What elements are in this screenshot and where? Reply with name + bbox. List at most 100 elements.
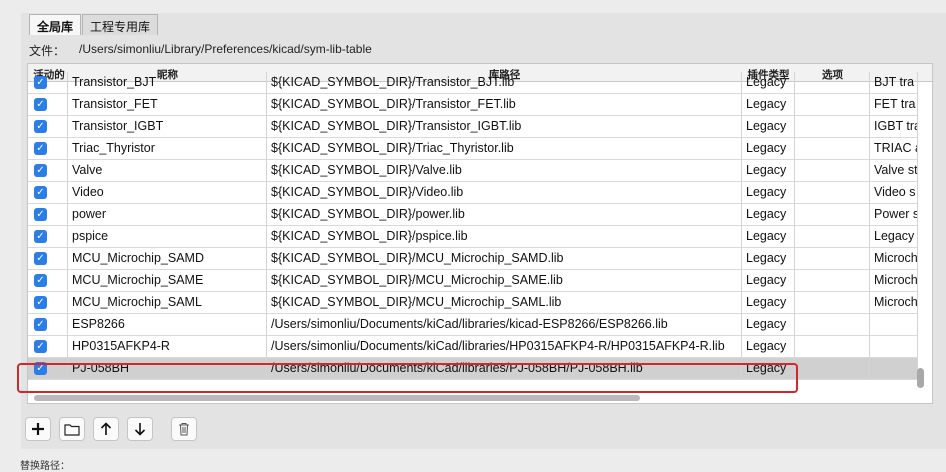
checkbox[interactable]: ✓ [34,98,47,111]
active-checkbox-cell[interactable]: ✓ [28,182,68,204]
active-checkbox-cell[interactable]: ✓ [28,160,68,182]
description-cell[interactable] [870,314,918,336]
options-cell[interactable] [795,94,870,116]
options-cell[interactable] [795,182,870,204]
description-cell[interactable]: TRIAC a [870,138,918,160]
nickname-cell[interactable]: Transistor_BJT [68,72,267,94]
plugin-type-cell[interactable]: Legacy [742,292,795,314]
library-path-cell[interactable]: ${KICAD_SYMBOL_DIR}/Transistor_FET.lib [267,94,742,116]
library-path-cell[interactable]: ${KICAD_SYMBOL_DIR}/MCU_Microchip_SAMD.l… [267,248,742,270]
library-path-cell[interactable]: /Users/simonliu/Documents/kiCad/librarie… [267,314,742,336]
table-row[interactable]: ✓ PJ-058BH/Users/simonliu/Documents/kiCad… [28,358,918,380]
description-cell[interactable]: Microch [870,292,918,314]
table-row[interactable]: ✓ MCU_Microchip_SAME ${KICAD_SYMBOL_DIR}/M… [28,270,918,292]
active-checkbox-cell[interactable]: ✓ [28,358,68,380]
nickname-cell[interactable]: power [68,204,267,226]
nickname-cell[interactable]: ESP8266 [68,314,267,336]
plugin-type-cell[interactable]: Legacy [742,314,795,336]
library-path-cell[interactable]: ${KICAD_SYMBOL_DIR}/Video.lib [267,182,742,204]
library-path-cell[interactable]: /Users/simonliu/Documents/kiCad/librarie… [267,358,742,380]
plugin-type-cell[interactable]: Legacy [742,116,795,138]
nickname-cell[interactable]: Transistor_IGBT [68,116,267,138]
checkbox[interactable]: ✓ [34,318,47,331]
table-row[interactable]: ✓ Transistor_BJT ${KICAD_SYMBOL_DIR}/Trans… [28,72,918,94]
plugin-type-cell[interactable]: Legacy [742,358,795,380]
plugin-type-cell[interactable]: Legacy [742,248,795,270]
table-row[interactable]: ✓ MCU_Microchip_SAML ${KICAD_SYMBOL_DIR}/M… [28,292,918,314]
active-checkbox-cell[interactable]: ✓ [28,226,68,248]
plugin-type-cell[interactable]: Legacy [742,138,795,160]
description-cell[interactable]: BJT tra [870,72,918,94]
description-cell[interactable]: FET tra [870,94,918,116]
nickname-cell[interactable]: MCU_Microchip_SAMD [68,248,267,270]
checkbox[interactable]: ✓ [34,186,47,199]
options-cell[interactable] [795,204,870,226]
checkbox[interactable]: ✓ [34,340,47,353]
plugin-type-cell[interactable]: Legacy [742,72,795,94]
options-cell[interactable] [795,314,870,336]
active-checkbox-cell[interactable]: ✓ [28,314,68,336]
checkbox[interactable]: ✓ [34,252,47,265]
checkbox[interactable]: ✓ [34,208,47,221]
description-cell[interactable] [870,358,918,380]
options-cell[interactable] [795,116,870,138]
library-path-cell[interactable]: ${KICAD_SYMBOL_DIR}/MCU_Microchip_SAME.l… [267,270,742,292]
description-cell[interactable]: Power s [870,204,918,226]
plugin-type-cell[interactable]: Legacy [742,270,795,292]
table-row[interactable]: ✓ Transistor_IGBT ${KICAD_SYMBOL_DIR}/Tran… [28,116,918,138]
nickname-cell[interactable]: Transistor_FET [68,94,267,116]
plugin-type-cell[interactable]: Legacy [742,226,795,248]
active-checkbox-cell[interactable]: ✓ [28,94,68,116]
description-cell[interactable]: Microch [870,248,918,270]
active-checkbox-cell[interactable]: ✓ [28,204,68,226]
checkbox[interactable]: ✓ [34,76,47,89]
active-checkbox-cell[interactable]: ✓ [28,116,68,138]
checkbox[interactable]: ✓ [34,142,47,155]
checkbox[interactable]: ✓ [34,164,47,177]
plugin-type-cell[interactable]: Legacy [742,94,795,116]
description-cell[interactable]: Legacy [870,226,918,248]
active-checkbox-cell[interactable]: ✓ [28,248,68,270]
table-row[interactable]: ✓ ESP8266/Users/simonliu/Documents/kiCad/… [28,314,918,336]
nickname-cell[interactable]: HP0315AFKP4-R [68,336,267,358]
active-checkbox-cell[interactable]: ✓ [28,72,68,94]
table-row[interactable]: ✓ pspice ${KICAD_SYMBOL_DIR}/pspice.lib Leg… [28,226,918,248]
browse-folder-button[interactable] [59,417,85,441]
description-cell[interactable] [870,336,918,358]
options-cell[interactable] [795,292,870,314]
table-row[interactable]: ✓ Triac_Thyristor ${KICAD_SYMBOL_DIR}/Tria… [28,138,918,160]
nickname-cell[interactable]: PJ-058BH [68,358,267,380]
checkbox[interactable]: ✓ [34,362,47,375]
tab-project-libraries[interactable]: 工程专用库 [82,14,159,35]
library-path-cell[interactable]: ${KICAD_SYMBOL_DIR}/Triac_Thyristor.lib [267,138,742,160]
options-cell[interactable] [795,270,870,292]
active-checkbox-cell[interactable]: ✓ [28,138,68,160]
checkbox[interactable]: ✓ [34,120,47,133]
nickname-cell[interactable]: Triac_Thyristor [68,138,267,160]
active-checkbox-cell[interactable]: ✓ [28,292,68,314]
horizontal-scrollbar[interactable] [34,395,640,401]
description-cell[interactable]: Microch [870,270,918,292]
description-cell[interactable]: Valve st [870,160,918,182]
library-path-cell[interactable]: /Users/simonliu/Documents/kiCad/librarie… [267,336,742,358]
library-path-cell[interactable]: ${KICAD_SYMBOL_DIR}/power.lib [267,204,742,226]
vertical-scrollbar[interactable] [917,368,924,388]
plugin-type-cell[interactable]: Legacy [742,336,795,358]
library-path-cell[interactable]: ${KICAD_SYMBOL_DIR}/Transistor_IGBT.lib [267,116,742,138]
library-path-cell[interactable]: ${KICAD_SYMBOL_DIR}/pspice.lib [267,226,742,248]
options-cell[interactable] [795,138,870,160]
tab-global-libraries[interactable]: 全局库 [29,14,82,35]
plugin-type-cell[interactable]: Legacy [742,204,795,226]
active-checkbox-cell[interactable]: ✓ [28,270,68,292]
options-cell[interactable] [795,336,870,358]
table-row[interactable]: ✓ power ${KICAD_SYMBOL_DIR}/power.lib Legac… [28,204,918,226]
move-up-button[interactable] [93,417,119,441]
nickname-cell[interactable]: Video [68,182,267,204]
options-cell[interactable] [795,358,870,380]
table-row[interactable]: ✓ HP0315AFKP4-R/Users/simonliu/Documents/… [28,336,918,358]
plugin-type-cell[interactable]: Legacy [742,182,795,204]
library-path-cell[interactable]: ${KICAD_SYMBOL_DIR}/Valve.lib [267,160,742,182]
checkbox[interactable]: ✓ [34,274,47,287]
add-library-button[interactable] [25,417,51,441]
nickname-cell[interactable]: pspice [68,226,267,248]
